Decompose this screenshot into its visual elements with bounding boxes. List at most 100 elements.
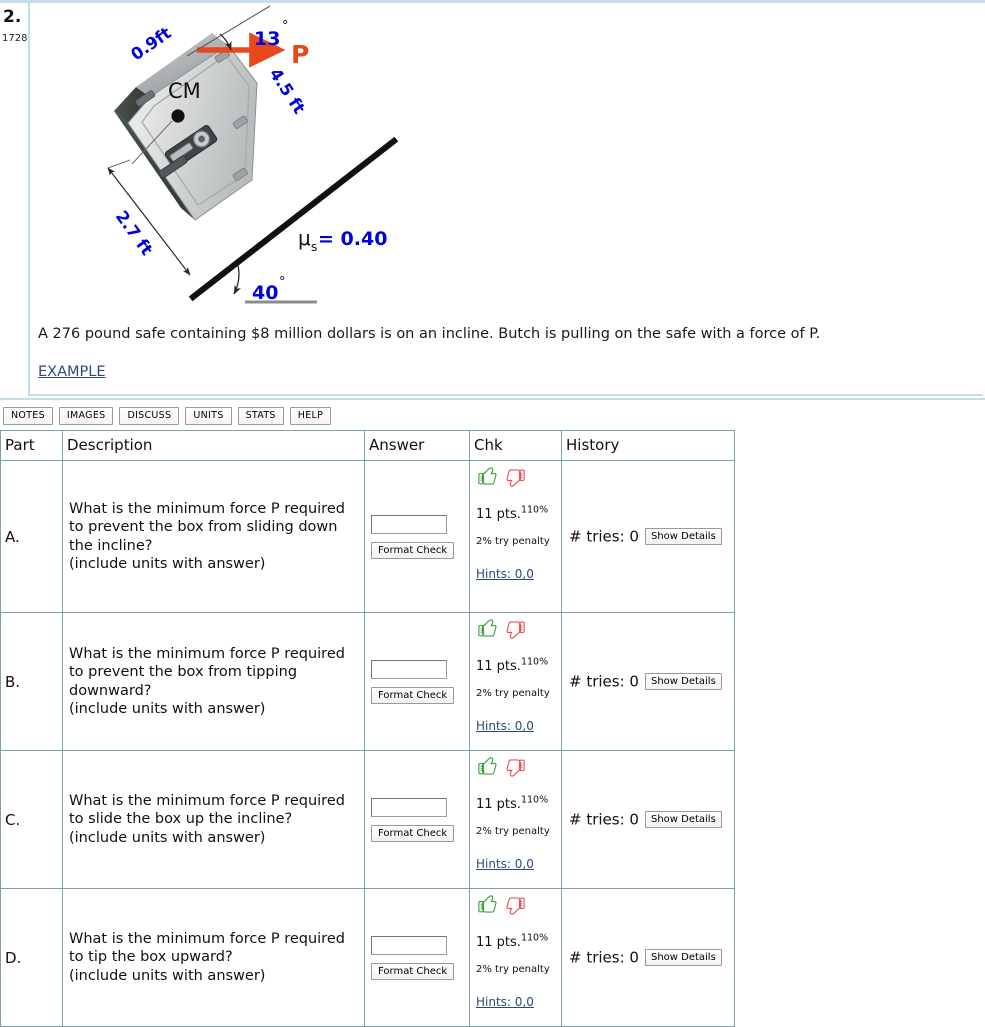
force-angle-label: 13 (254, 28, 280, 50)
problem-id: 1728 (2, 33, 28, 44)
table-header-row: Part Description Answer Chk History (0, 430, 735, 461)
images-button[interactable]: IMAGES (58, 407, 114, 425)
format-check-button[interactable]: Format Check (371, 962, 455, 980)
history-cell: # tries: 0 Show Details (561, 612, 735, 751)
tries-count: # tries: 0 (569, 672, 639, 691)
part-letter: B. (0, 612, 63, 751)
try-penalty-label: 2% try penalty (476, 536, 550, 547)
answer-cell: Format Check (364, 612, 470, 751)
header-description: Description (62, 430, 365, 461)
points-label: 11 pts. (476, 935, 521, 950)
problem-panel: CM 0.9ft 4.5 ft 2.7 ft P 13 ° 40 ° μ s =… (28, 3, 983, 396)
points-line: 11 pts.110% (474, 924, 558, 950)
thumbs-down-icon[interactable] (506, 466, 525, 488)
part-letter: A. (0, 460, 63, 613)
friction-value-label: = 0.40 (318, 228, 387, 250)
problem-gutter: 2. 1728 (0, 3, 28, 44)
format-check-button[interactable]: Format Check (371, 686, 455, 704)
incline-angle-label: 40 (252, 282, 278, 304)
problem-statement: A 276 pound safe containing $8 million d… (38, 326, 821, 342)
thumbs-group (474, 755, 558, 786)
show-details-button[interactable]: Show Details (644, 949, 722, 967)
units-button[interactable]: UNITS (185, 407, 232, 425)
discuss-button[interactable]: DISCUSS (119, 407, 180, 425)
thumbs-up-icon[interactable] (478, 894, 497, 916)
header-part: Part (0, 430, 63, 461)
points-percent: 110% (520, 794, 549, 806)
part-description: What is the minimum force P required to … (62, 888, 365, 1027)
try-penalty-label: 2% try penalty (476, 964, 550, 975)
hints-link[interactable]: Hints: 0,0 (474, 975, 534, 1011)
header-answer: Answer (364, 430, 470, 461)
problem-toolbar: NOTES IMAGES DISCUSS UNITS STATS HELP (3, 407, 332, 425)
hints-link[interactable]: Hints: 0,0 (474, 699, 534, 735)
part-description: What is the minimum force P required to … (62, 750, 365, 889)
try-penalty-label: 2% try penalty (476, 826, 550, 837)
history-cell: # tries: 0 Show Details (561, 750, 735, 889)
points-percent: 110% (520, 504, 549, 516)
tries-count: # tries: 0 (569, 948, 639, 967)
example-link[interactable]: EXAMPLE (38, 364, 106, 380)
answer-cell: Format Check (364, 460, 470, 613)
check-cell: 11 pts.110% 2% try penalty Hints: 0,0 (469, 888, 562, 1027)
top-width-label: 0.9ft (127, 23, 174, 64)
table-row: A. What is the minimum force P required … (0, 460, 735, 613)
format-check-button[interactable]: Format Check (371, 824, 455, 842)
show-details-button[interactable]: Show Details (644, 673, 722, 691)
thumbs-up-icon[interactable] (478, 756, 497, 778)
show-details-button[interactable]: Show Details (644, 811, 722, 829)
stats-button[interactable]: STATS (237, 407, 284, 425)
tries-count: # tries: 0 (569, 527, 639, 546)
thumbs-up-icon[interactable] (478, 618, 497, 640)
history-cell: # tries: 0 Show Details (561, 888, 735, 1027)
thumbs-up-icon[interactable] (478, 466, 497, 488)
notes-button[interactable]: NOTES (3, 407, 53, 425)
points-label: 11 pts. (476, 507, 521, 522)
force-angle-degree-symbol: ° (282, 19, 289, 34)
part-description: What is the minimum force P required to … (62, 612, 365, 751)
points-percent: 110% (520, 656, 549, 668)
thumbs-down-icon[interactable] (506, 756, 525, 778)
points-line: 11 pts.110% (474, 648, 558, 674)
thumbs-group (474, 617, 558, 648)
bottom-width-label: 2.7 ft (112, 207, 157, 259)
table-row: C. What is the minimum force P required … (0, 750, 735, 889)
thumbs-down-icon[interactable] (506, 894, 525, 916)
format-check-button[interactable]: Format Check (371, 541, 455, 559)
problem-number: 2. (3, 7, 22, 27)
answer-cell: Format Check (364, 750, 470, 889)
tries-count: # tries: 0 (569, 810, 639, 829)
check-cell: 11 pts.110% 2% try penalty Hints: 0,0 (469, 612, 562, 751)
header-chk: Chk (469, 430, 562, 461)
hints-link[interactable]: Hints: 0,0 (474, 547, 534, 583)
incline-angle-degree-symbol: ° (279, 275, 286, 290)
side-length-label: 4.5 ft (266, 65, 309, 117)
show-details-button[interactable]: Show Details (644, 528, 722, 546)
table-row: D. What is the minimum force P required … (0, 888, 735, 1027)
help-button[interactable]: HELP (289, 407, 332, 425)
header-history: History (561, 430, 735, 461)
center-of-mass-dot (171, 109, 185, 123)
friction-subscript: s (311, 240, 317, 254)
part-letter: C. (0, 750, 63, 889)
points-line: 11 pts.110% (474, 786, 558, 812)
try-penalty-label: 2% try penalty (476, 688, 550, 699)
answer-input[interactable] (371, 797, 447, 817)
incline-angle-arc (233, 264, 241, 295)
answer-cell: Format Check (364, 888, 470, 1027)
check-cell: 11 pts.110% 2% try penalty Hints: 0,0 (469, 750, 562, 889)
dim-extension-upper (107, 159, 131, 169)
parts-table: Part Description Answer Chk History A. W… (0, 430, 735, 1027)
safe-on-incline-figure: CM 0.9ft 4.5 ft 2.7 ft P 13 ° 40 ° μ s =… (102, 3, 502, 315)
points-percent: 110% (520, 932, 549, 944)
check-cell: 11 pts.110% 2% try penalty Hints: 0,0 (469, 460, 562, 613)
thumbs-down-icon[interactable] (506, 618, 525, 640)
answer-input[interactable] (371, 935, 447, 955)
friction-symbol: μ (298, 226, 311, 250)
points-label: 11 pts. (476, 797, 521, 812)
points-line: 11 pts.110% (474, 496, 558, 522)
answer-input[interactable] (371, 659, 447, 679)
answer-input[interactable] (371, 514, 447, 534)
history-cell: # tries: 0 Show Details (561, 460, 735, 613)
hints-link[interactable]: Hints: 0,0 (474, 837, 534, 873)
